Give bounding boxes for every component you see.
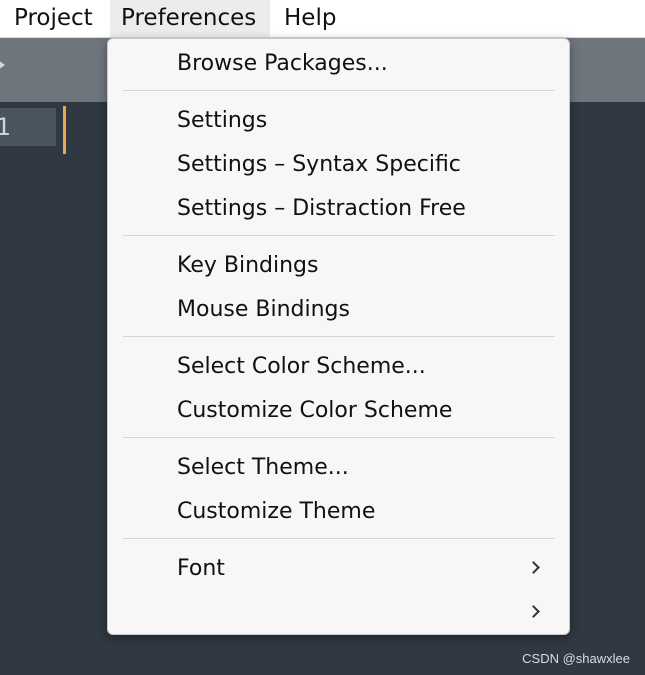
menu-item-label: Customize Theme <box>177 499 376 524</box>
menu-item-label: Settings <box>177 108 268 133</box>
menu-item-key-bindings[interactable]: Key Bindings <box>108 244 569 288</box>
watermark: CSDN @shawxlee <box>522 651 630 666</box>
menu-separator <box>123 235 555 236</box>
menu-item-label: Mouse Bindings <box>177 297 350 322</box>
tab-scroll-arrow-icon[interactable] <box>0 60 5 70</box>
text-caret <box>63 106 66 154</box>
menu-project[interactable]: Project <box>3 0 104 37</box>
menu-item-label: Browse Packages... <box>177 51 388 76</box>
menu-item-label: Key Bindings <box>177 253 319 278</box>
menu-item-settings-distraction-free[interactable]: Settings – Distraction Free <box>108 187 569 231</box>
menu-item-settings[interactable]: Settings <box>108 99 569 143</box>
chevron-right-icon <box>527 561 540 574</box>
menu-item-select-theme[interactable]: Select Theme... <box>108 446 569 490</box>
menu-item-label: Settings – Syntax Specific <box>177 152 461 177</box>
preferences-dropdown-menu: Browse Packages... Settings Settings – S… <box>107 38 570 635</box>
menu-item-mouse-bindings[interactable]: Mouse Bindings <box>108 288 569 332</box>
menu-item-label: Settings – Distraction Free <box>177 196 466 221</box>
menu-separator <box>123 90 555 91</box>
menu-item-label: Select Theme... <box>177 455 349 480</box>
menu-item-browse-packages[interactable]: Browse Packages... <box>108 42 569 86</box>
menu-item-customize-color-scheme[interactable]: Customize Color Scheme <box>108 389 569 433</box>
menu-item-label: Customize Color Scheme <box>177 398 453 423</box>
menu-separator <box>123 538 555 539</box>
menu-separator <box>123 336 555 337</box>
menu-bar: Project Preferences Help <box>0 0 645 38</box>
menu-item-label: Select Color Scheme... <box>177 354 426 379</box>
menu-item-font[interactable]: Font <box>108 547 569 591</box>
menu-help[interactable]: Help <box>273 0 347 37</box>
chevron-right-icon <box>527 605 540 618</box>
menu-separator <box>123 437 555 438</box>
menu-preferences[interactable]: Preferences <box>110 0 270 37</box>
menu-item-customize-theme[interactable]: Customize Theme <box>108 490 569 534</box>
line-number: 1 <box>0 113 11 141</box>
menu-item-settings-syntax-specific[interactable]: Settings – Syntax Specific <box>108 143 569 187</box>
menu-item-select-color-scheme[interactable]: Select Color Scheme... <box>108 345 569 389</box>
menu-item-submenu[interactable] <box>108 591 569 635</box>
menu-item-label: Font <box>177 556 225 581</box>
